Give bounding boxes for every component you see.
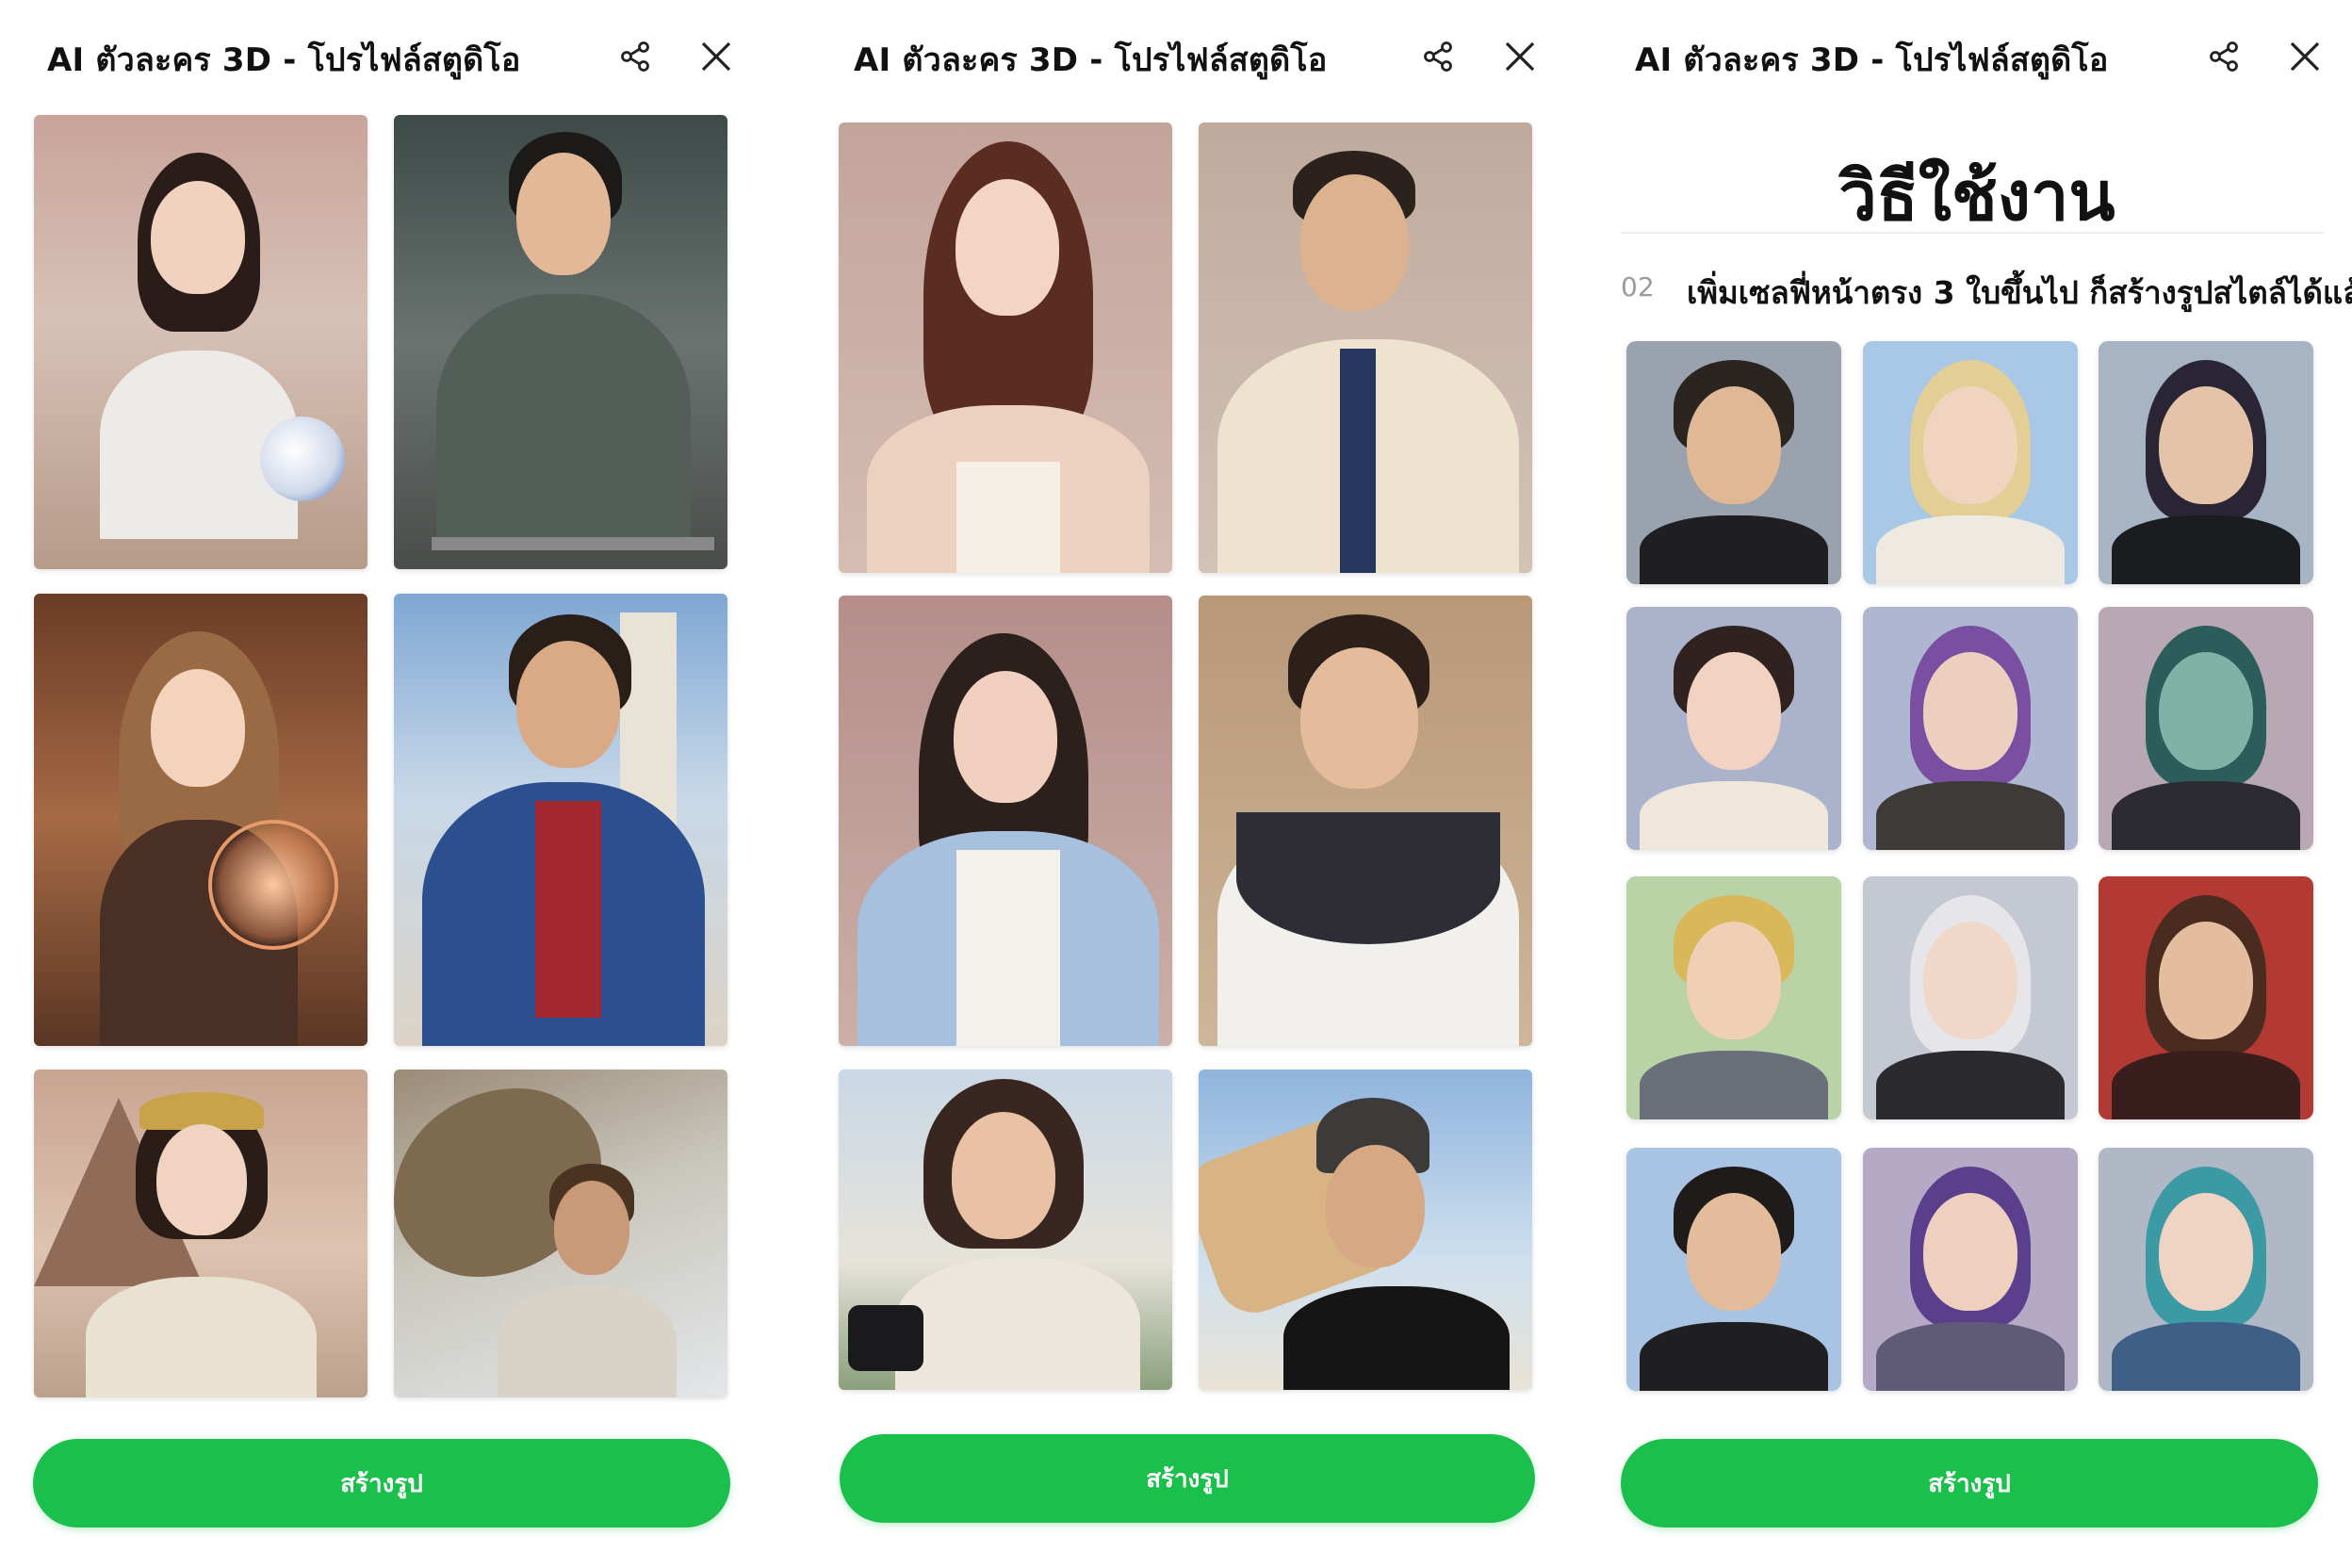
avatar-option[interactable] [1626,1148,1841,1391]
create-image-button[interactable]: สร้างรูป [33,1439,730,1527]
result-image[interactable] [839,122,1172,573]
avatar-option[interactable] [1626,607,1841,850]
app-header: AI ตัวละคร 3D - โปรไฟล์สตูดิโอ [807,17,1583,92]
app-header: AI ตัวละคร 3D - โปรไฟล์สตูดิโอ [0,17,776,92]
share-icon [2210,41,2238,72]
result-image[interactable] [394,594,727,1046]
result-image[interactable] [1199,1070,1532,1390]
avatar-option[interactable] [2099,1148,2313,1391]
create-image-button[interactable]: สร้างรูป [840,1434,1535,1523]
step-number: 02 [1621,271,1655,302]
close-button[interactable] [1499,36,1541,77]
share-icon [1424,41,1452,72]
app-title: AI ตัวละคร 3D - โปรไฟล์สตูดิโอ [854,41,1328,79]
screen-panel-3: AI ตัวละคร 3D - โปรไฟล์สตูดิโอ วิธีใช้งา… [1602,0,2352,1568]
close-button[interactable] [695,36,737,77]
close-button[interactable] [2284,36,2326,77]
result-image[interactable] [394,115,727,569]
step-instruction: เพิ่มเซลฟี่หน้าตรง 3 ใบขึ้นไป ก็สร้างรูป… [1687,274,2352,311]
share-button[interactable] [1417,36,1459,77]
app-title: AI ตัวละคร 3D - โปรไฟล์สตูดิโอ [47,41,521,79]
avatar-option[interactable] [1863,607,2078,850]
result-image[interactable] [1199,596,1532,1046]
screen-panel-2: AI ตัวละคร 3D - โปรไฟล์สตูดิโอ สร้างรูป [807,0,1583,1568]
app-title: AI ตัวละคร 3D - โปรไฟล์สตูดิโอ [1635,41,2109,79]
close-icon [1505,41,1535,72]
avatar-option[interactable] [1626,876,1841,1119]
avatar-option[interactable] [1626,341,1841,584]
result-image[interactable] [839,1070,1172,1390]
result-image[interactable] [839,596,1172,1046]
result-image[interactable] [34,1070,368,1397]
avatar-option[interactable] [1863,1148,2078,1391]
avatar-option[interactable] [1863,876,2078,1119]
avatar-option[interactable] [2099,341,2313,584]
avatar-option[interactable] [2099,607,2313,850]
result-image[interactable] [1199,122,1532,573]
share-icon [621,41,649,72]
close-icon [2290,41,2320,72]
share-button[interactable] [2203,36,2245,77]
avatar-option[interactable] [1863,341,2078,584]
close-icon [701,41,731,72]
result-image[interactable] [34,115,368,569]
avatar-option[interactable] [2099,876,2313,1119]
create-image-button[interactable]: สร้างรูป [1621,1439,2318,1527]
screen-panel-1: AI ตัวละคร 3D - โปรไฟล์สตูดิโอ สร้างรูป [0,0,776,1568]
share-button[interactable] [614,36,656,77]
result-image[interactable] [34,594,368,1046]
app-header: AI ตัวละคร 3D - โปรไฟล์สตูดิโอ [1602,17,2352,92]
result-image[interactable] [394,1070,727,1397]
divider [1621,232,2324,234]
